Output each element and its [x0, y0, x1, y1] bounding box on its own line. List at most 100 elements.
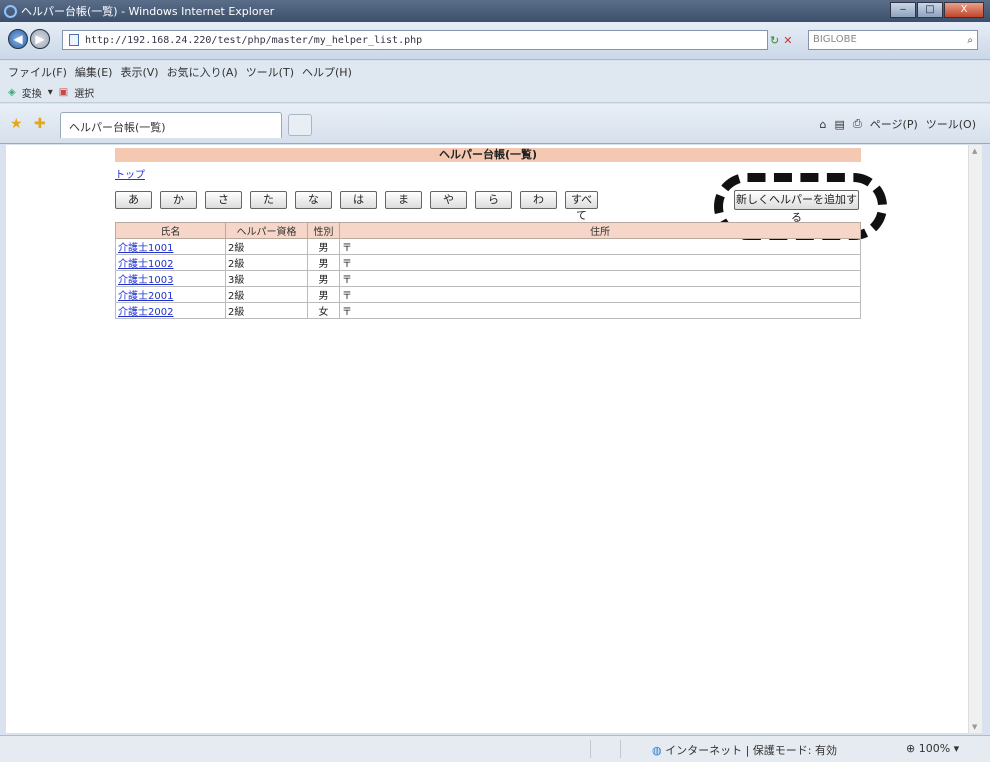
search-input[interactable]: BIGLOBE ⌕	[808, 30, 978, 50]
add-favorite-icon[interactable]: ✚	[34, 116, 46, 132]
links-bar: ◈ 変換 ▾ ▣ 選択	[0, 83, 990, 103]
status-divider	[590, 740, 591, 758]
cell-name: 介護士1002	[115, 254, 226, 271]
title-bar: ヘルパー台帳(一覧) - Windows Internet Explorer ‒…	[0, 0, 990, 22]
cell-name: 介護士1001	[115, 238, 226, 255]
page-viewport: ヘルパー台帳(一覧) トップ あ か さ た な は ま や ら わ すべて 新…	[6, 145, 968, 733]
tools-menu[interactable]: ツール(O)	[926, 116, 976, 132]
convert-icon: ◈	[8, 87, 16, 98]
all-button[interactable]: すべて	[565, 191, 598, 222]
cell-address: 〒	[339, 238, 861, 255]
stop-icon[interactable]: ✕	[783, 34, 792, 47]
maximize-button[interactable]: □	[917, 2, 943, 18]
cell-sex: 男	[307, 286, 340, 303]
status-divider	[620, 740, 621, 758]
cell-qualification: 3級	[225, 270, 308, 287]
column-header-address: 住所	[339, 222, 861, 239]
menu-view[interactable]: 表示(V)	[120, 64, 158, 80]
kana-button[interactable]: は	[340, 191, 377, 209]
convert-button[interactable]: 変換	[22, 85, 42, 100]
print-icon[interactable]: ⎙	[853, 117, 862, 131]
kana-button[interactable]: や	[430, 191, 467, 209]
menu-help[interactable]: ヘルプ(H)	[302, 64, 352, 80]
kana-button[interactable]: ま	[385, 191, 422, 209]
tab-current[interactable]: ヘルパー台帳(一覧)	[60, 112, 282, 138]
kana-filter-row: あ か さ た な は ま や ら わ すべて	[115, 191, 598, 222]
column-header-sex: 性別	[307, 222, 340, 239]
refresh-icon[interactable]: ↻	[770, 34, 779, 47]
helper-table: 氏名 ヘルパー資格 性別 住所 介護士1001 2級 男 〒 介護士1002 2…	[115, 222, 861, 319]
table-header-row: 氏名 ヘルパー資格 性別 住所	[115, 222, 861, 239]
command-bar: ⌂ ▤ ⎙ ページ(P) ツール(O)	[820, 116, 976, 132]
address-controls: ↻ ✕	[770, 30, 804, 50]
kana-button[interactable]: た	[250, 191, 287, 209]
menu-tools[interactable]: ツール(T)	[246, 64, 294, 80]
kana-button[interactable]: ら	[475, 191, 512, 209]
helper-link[interactable]: 介護士1001	[118, 243, 173, 254]
new-tab-button[interactable]	[288, 114, 312, 136]
helper-link[interactable]: 介護士2001	[118, 291, 173, 302]
cell-sex: 男	[307, 254, 340, 271]
table-row: 介護士1002 2級 男 〒	[115, 254, 861, 271]
search-icon[interactable]: ⌕	[967, 32, 973, 50]
search-provider: BIGLOBE	[813, 34, 857, 45]
helper-link[interactable]: 介護士1003	[118, 275, 173, 286]
chevron-down-icon[interactable]: ▾	[48, 87, 53, 98]
table-row: 介護士1003 3級 男 〒	[115, 270, 861, 287]
cell-name: 介護士1003	[115, 270, 226, 287]
zoom-icon: ⊕	[906, 742, 916, 755]
back-button[interactable]: ◀	[8, 29, 28, 49]
vertical-scrollbar[interactable]: ▲ ▼	[968, 145, 982, 733]
cell-address: 〒	[339, 270, 861, 287]
feeds-icon[interactable]: ▤	[835, 118, 845, 131]
menu-edit[interactable]: 編集(E)	[75, 64, 113, 80]
menu-bar: ファイル(F) 編集(E) 表示(V) お気に入り(A) ツール(T) ヘルプ(…	[0, 61, 990, 83]
cell-address: 〒	[339, 302, 861, 319]
window-title: ヘルパー台帳(一覧) - Windows Internet Explorer	[21, 5, 275, 18]
kana-button[interactable]: あ	[115, 191, 152, 209]
address-row: ◀ ▶ http://192.168.24.220/test/php/maste…	[0, 22, 990, 60]
tab-row: ★ ✚ ヘルパー台帳(一覧) ⌂ ▤ ⎙ ページ(P) ツール(O)	[0, 104, 990, 144]
address-bar[interactable]: http://192.168.24.220/test/php/master/my…	[62, 30, 768, 50]
cell-sex: 女	[307, 302, 340, 319]
kana-button[interactable]: わ	[520, 191, 557, 209]
zoom-control[interactable]: ⊕ 100% ▾	[906, 742, 959, 755]
table-row: 介護士2002 2級 女 〒	[115, 302, 861, 319]
favorites-star-icon[interactable]: ★	[10, 116, 23, 132]
forward-button[interactable]: ▶	[30, 29, 50, 49]
chevron-down-icon[interactable]: ▾	[954, 742, 960, 755]
scroll-down-icon[interactable]: ▼	[972, 723, 977, 731]
close-button[interactable]: X	[944, 2, 984, 18]
kana-button[interactable]: な	[295, 191, 332, 209]
zoom-value: 100%	[918, 742, 951, 755]
zone-text: インターネット | 保護モード: 有効	[665, 744, 838, 757]
select-button[interactable]: 選択	[74, 85, 94, 100]
cell-qualification: 2級	[225, 254, 308, 271]
cell-qualification: 2級	[225, 286, 308, 303]
cell-qualification: 2級	[225, 302, 308, 319]
ie-logo-icon	[4, 4, 17, 18]
page-title: ヘルパー台帳(一覧)	[115, 148, 861, 162]
table-row: 介護士1001 2級 男 〒	[115, 238, 861, 255]
menu-favorites[interactable]: お気に入り(A)	[167, 64, 238, 80]
cell-name: 介護士2002	[115, 302, 226, 319]
helper-link[interactable]: 介護士2002	[118, 307, 173, 318]
cell-sex: 男	[307, 270, 340, 287]
address-url: http://192.168.24.220/test/php/master/my…	[85, 34, 423, 46]
page-menu[interactable]: ページ(P)	[870, 116, 918, 132]
kana-button[interactable]: か	[160, 191, 197, 209]
home-icon[interactable]: ⌂	[820, 118, 827, 131]
cell-address: 〒	[339, 286, 861, 303]
menu-file[interactable]: ファイル(F)	[8, 64, 67, 80]
minimize-button[interactable]: ‒	[890, 2, 916, 18]
select-icon: ▣	[58, 87, 69, 98]
cell-name: 介護士2001	[115, 286, 226, 303]
kana-button[interactable]: さ	[205, 191, 242, 209]
security-zone[interactable]: ◍ インターネット | 保護モード: 有効	[652, 742, 837, 758]
cell-sex: 男	[307, 238, 340, 255]
cell-address: 〒	[339, 254, 861, 271]
globe-icon: ◍	[652, 744, 662, 757]
page-icon	[69, 34, 79, 46]
scroll-up-icon[interactable]: ▲	[972, 147, 977, 155]
helper-link[interactable]: 介護士1002	[118, 259, 173, 270]
